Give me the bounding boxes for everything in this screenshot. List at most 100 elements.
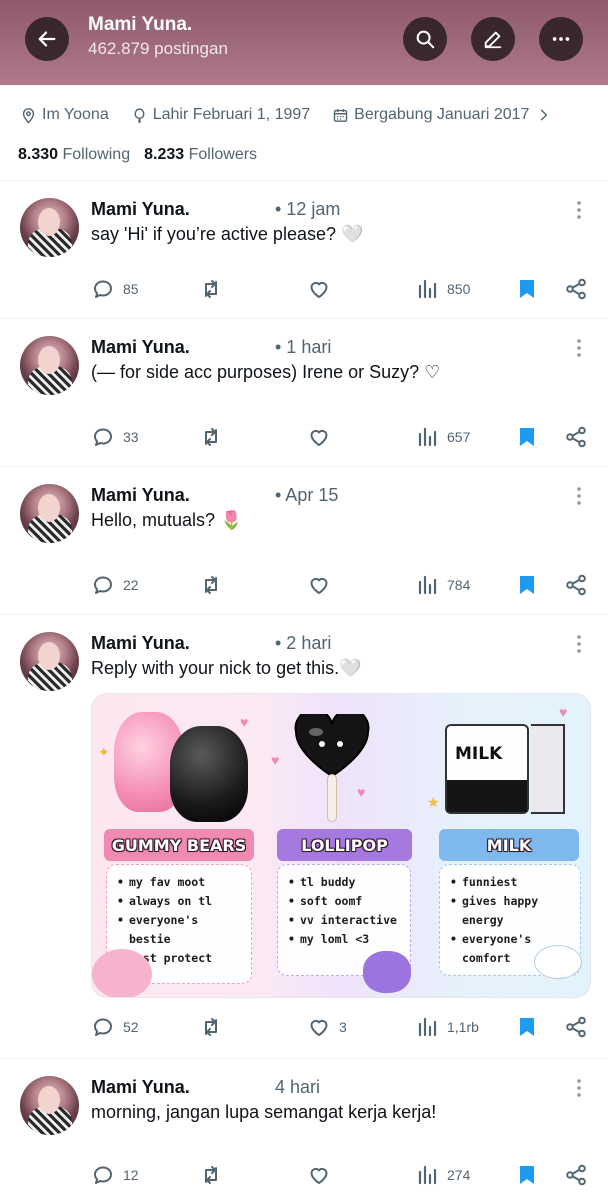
share-button[interactable] <box>564 1012 588 1042</box>
black-gummy-bear-illustration <box>170 726 248 822</box>
like-button[interactable] <box>307 570 339 600</box>
views-icon <box>418 427 437 447</box>
bookmark-button[interactable] <box>515 1012 539 1042</box>
tweet-author-name[interactable]: Mami Yuna. <box>91 485 190 506</box>
views-button[interactable]: 784 <box>415 570 470 600</box>
tweet-text: Reply with your nick to get this.🤍 <box>91 658 362 678</box>
reply-button[interactable]: 85 <box>91 274 139 304</box>
milk-carton-side <box>531 724 565 814</box>
heart-icon: ♥ <box>357 784 366 800</box>
views-icon <box>418 575 437 595</box>
profile-location: Im Yoona <box>20 106 109 124</box>
retweet-button[interactable] <box>199 1012 223 1042</box>
tweet[interactable]: Mami Yuna. • 2 hari Reply with your nick… <box>0 614 608 1058</box>
more-vertical-icon[interactable] <box>571 337 587 359</box>
followers-label: Followers <box>188 146 258 163</box>
retweet-icon <box>205 280 217 298</box>
reply-button[interactable]: 33 <box>91 422 139 452</box>
share-button[interactable] <box>564 274 588 304</box>
share-button[interactable] <box>564 1160 588 1190</box>
tweet-timestamp[interactable]: • Apr 15 <box>275 485 338 506</box>
reply-icon <box>94 1166 112 1184</box>
tweet-author-name[interactable]: Mami Yuna. <box>91 199 190 220</box>
lollipop-stick <box>327 774 337 822</box>
reply-icon <box>94 280 112 298</box>
share-button[interactable] <box>564 570 588 600</box>
more-vertical-icon[interactable] <box>571 633 587 655</box>
tweet-text: (— for side acc purposes) Irene or Suzy?… <box>91 362 441 382</box>
profile-title: Mami Yuna. <box>88 14 193 35</box>
profile-meta: Im Yoona Lahir Februari 1, 1997 Bergabun… <box>20 106 551 124</box>
followers-link[interactable]: 8.233 Followers <box>144 146 257 164</box>
tweet-text: say 'Hi' if you’re active please? 🤍 <box>91 224 364 244</box>
retweet-icon <box>205 1018 217 1036</box>
tweet-timestamp[interactable]: 4 hari <box>275 1077 320 1098</box>
tweet-actions: 52 3 1,1rb <box>0 1012 608 1042</box>
avatar[interactable] <box>20 1076 79 1135</box>
reply-button[interactable]: 12 <box>91 1160 139 1190</box>
avatar[interactable] <box>20 632 79 691</box>
tweet-image[interactable]: ✦ ♥ GUMMY BEARS my fav moot always on tl… <box>91 693 591 998</box>
more-vertical-icon[interactable] <box>571 1077 587 1099</box>
share-button[interactable] <box>564 422 588 452</box>
like-button[interactable] <box>307 422 339 452</box>
retweet-button[interactable] <box>199 570 223 600</box>
bookmark-button[interactable] <box>515 274 539 304</box>
milk-banner: MILK <box>439 829 579 861</box>
bookmark-button[interactable] <box>515 1160 539 1190</box>
more-icon <box>552 37 570 41</box>
reply-button[interactable]: 22 <box>91 570 139 600</box>
tweet-author-name[interactable]: Mami Yuna. <box>91 633 190 654</box>
retweet-button[interactable] <box>199 422 223 452</box>
reply-button[interactable]: 52 <box>91 1012 139 1042</box>
avatar[interactable] <box>20 198 79 257</box>
bookmark-icon <box>520 1166 534 1184</box>
retweet-button[interactable] <box>199 1160 223 1190</box>
bookmark-button[interactable] <box>515 570 539 600</box>
tweet[interactable]: Mami Yuna. • 12 jam say 'Hi' if you’re a… <box>0 180 608 318</box>
like-icon <box>310 1167 328 1184</box>
more-vertical-icon[interactable] <box>571 485 587 507</box>
tweet-actions: 85 850 <box>0 274 608 304</box>
avatar[interactable] <box>20 484 79 543</box>
list-item: my fav moot <box>117 873 243 892</box>
tweet[interactable]: Mami Yuna. 4 hari morning, jangan lupa s… <box>0 1058 608 1199</box>
birthday-icon <box>134 107 145 123</box>
more-options-button[interactable] <box>539 17 583 61</box>
list-item: my loml <3 <box>288 930 402 949</box>
tweet-actions: 22 784 <box>0 570 608 600</box>
followers-count: 8.233 <box>144 146 185 163</box>
chevron-right-icon[interactable] <box>537 108 551 122</box>
following-link[interactable]: 8.330 Following <box>18 146 130 164</box>
bookmark-button[interactable] <box>515 422 539 452</box>
more-vertical-icon[interactable] <box>571 199 587 221</box>
like-button[interactable]: 3 <box>307 1012 347 1042</box>
tweet[interactable]: Mami Yuna. • Apr 15 Hello, mutuals? 🌷 22… <box>0 466 608 614</box>
views-button[interactable]: 1,1rb <box>415 1012 479 1042</box>
like-button[interactable] <box>307 1160 339 1190</box>
heart-icon: ♥ <box>271 752 280 768</box>
share-icon <box>566 278 586 300</box>
views-button[interactable]: 850 <box>415 274 470 304</box>
purple-heart-illustration <box>363 951 411 993</box>
reply-count: 85 <box>123 281 139 297</box>
list-item: tl buddy <box>288 873 402 892</box>
search-button[interactable] <box>403 17 447 61</box>
list-item: everyone's bestie <box>117 911 243 949</box>
tweet-author-name[interactable]: Mami Yuna. <box>91 1077 190 1098</box>
tweet-timestamp[interactable]: • 12 jam <box>275 199 340 220</box>
tweet-timestamp[interactable]: • 1 hari <box>275 337 331 358</box>
tweet-timestamp[interactable]: • 2 hari <box>275 633 331 654</box>
like-button[interactable] <box>307 274 339 304</box>
back-button[interactable] <box>25 17 69 61</box>
search-icon <box>416 30 435 49</box>
views-button[interactable]: 274 <box>415 1160 470 1190</box>
edit-button[interactable] <box>471 17 515 61</box>
views-button[interactable]: 657 <box>415 422 470 452</box>
joined-text: Bergabung Januari 2017 <box>354 106 530 123</box>
avatar[interactable] <box>20 336 79 395</box>
tweet[interactable]: Mami Yuna. • 1 hari (— for side acc purp… <box>0 318 608 466</box>
tweet-author-name[interactable]: Mami Yuna. <box>91 337 190 358</box>
retweet-button[interactable] <box>199 274 223 304</box>
profile-joined[interactable]: Bergabung Januari 2017 <box>332 106 529 124</box>
